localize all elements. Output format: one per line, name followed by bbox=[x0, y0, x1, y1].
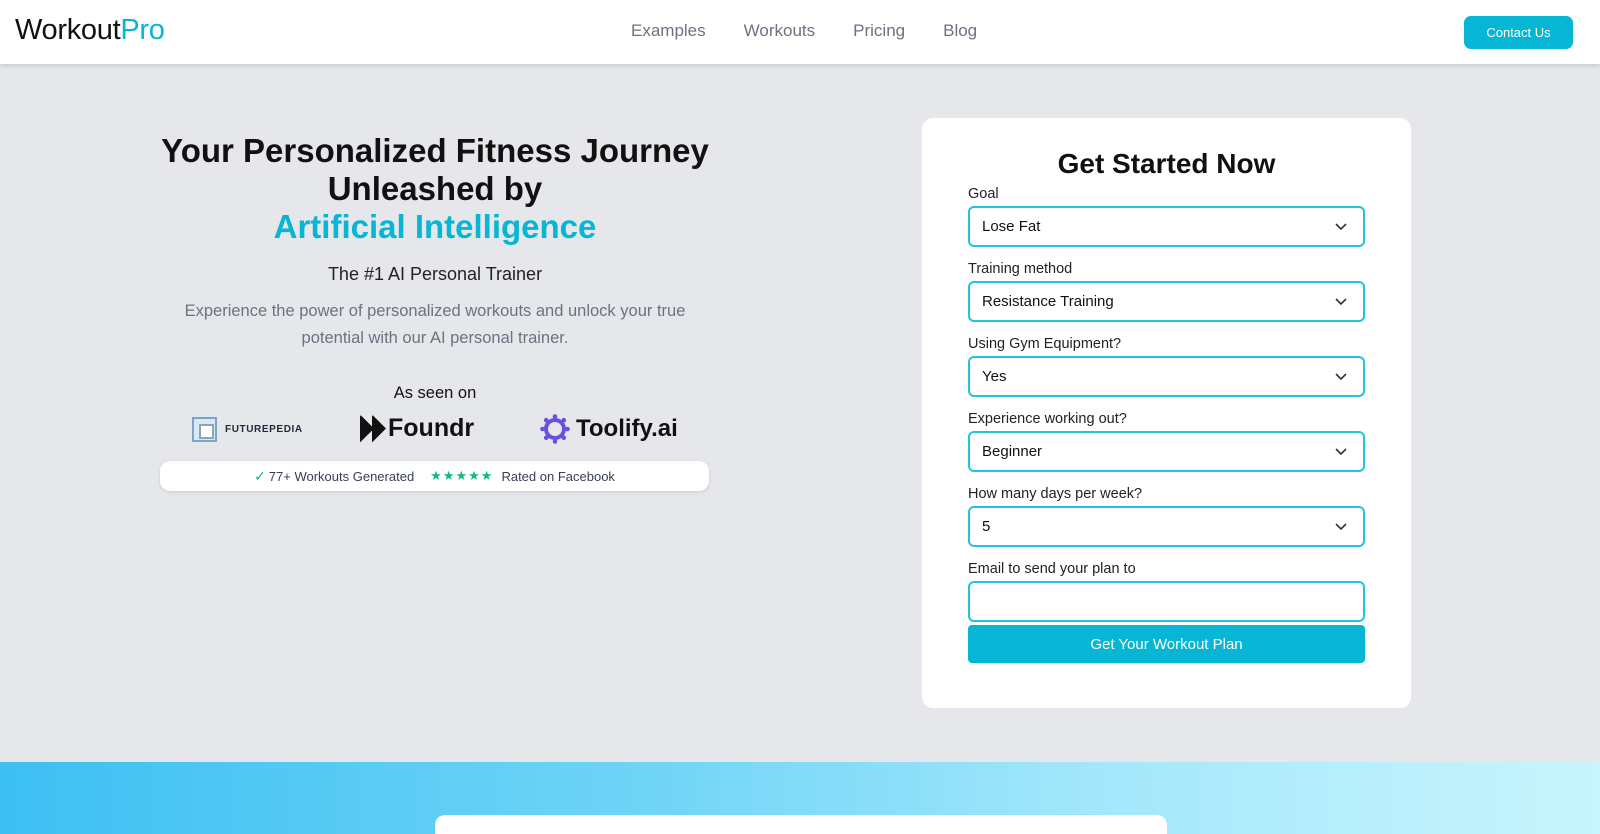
futurepedia-logo: FUTUREPEDIA bbox=[192, 417, 303, 442]
gym-equipment-select[interactable]: Yes bbox=[968, 356, 1365, 397]
goal-label: Goal bbox=[968, 186, 999, 202]
hero-title-line-1: Your Personalized Fitness Journey bbox=[161, 132, 709, 169]
experience-select-value: Beginner bbox=[982, 443, 1043, 460]
chevron-down-icon bbox=[1335, 523, 1347, 531]
foundr-logo-text: Foundr bbox=[388, 414, 475, 442]
hero-title: Your Personalized Fitness Journey Unleas… bbox=[140, 132, 730, 246]
gym-equipment-label: Using Gym Equipment? bbox=[968, 336, 1122, 352]
check-icon: ✓ bbox=[254, 467, 266, 484]
experience-select[interactable]: Beginner bbox=[968, 431, 1365, 472]
top-navbar: WorkoutPro Examples Workouts Pricing Blo… bbox=[0, 0, 1600, 64]
toolify-logo-text: Toolify.ai bbox=[576, 415, 678, 442]
main-nav: Examples Workouts Pricing Blog bbox=[631, 21, 1015, 41]
rating-bar: ✓ 77+ Workouts Generated ★★★★★ Rated on … bbox=[160, 461, 709, 491]
training-method-select[interactable]: Resistance Training bbox=[968, 281, 1365, 322]
gym-equipment-select-value: Yes bbox=[982, 368, 1007, 385]
bottom-content-card bbox=[435, 815, 1167, 834]
chevron-down-icon bbox=[1335, 373, 1347, 381]
nav-link-examples[interactable]: Examples bbox=[631, 21, 706, 41]
futurepedia-logo-text: FUTUREPEDIA bbox=[225, 424, 303, 435]
form-title: Get Started Now bbox=[1057, 148, 1276, 179]
hero-description: Experience the power of personalized wor… bbox=[184, 302, 686, 347]
hero-subtitle: The #1 AI Personal Trainer bbox=[327, 264, 543, 284]
experience-label: Experience working out? bbox=[968, 411, 1127, 427]
training-method-label: Training method bbox=[968, 261, 1073, 277]
foundr-icon bbox=[360, 414, 386, 443]
as-seen-on-label: As seen on bbox=[393, 384, 477, 402]
rated-on-facebook-text: Rated on Facebook bbox=[501, 468, 615, 484]
futurepedia-icon bbox=[192, 417, 217, 442]
days-per-week-label: How many days per week? bbox=[968, 486, 1143, 502]
chevron-down-icon bbox=[1335, 223, 1347, 231]
toolify-logo: Toolify.ai bbox=[540, 414, 678, 444]
logo-text-accent: Pro bbox=[120, 14, 165, 46]
nav-link-pricing[interactable]: Pricing bbox=[853, 21, 905, 41]
goal-select[interactable]: Lose Fat bbox=[968, 206, 1365, 247]
goal-select-value: Lose Fat bbox=[982, 218, 1041, 235]
hero-title-highlight: Artificial Intelligence bbox=[273, 208, 597, 245]
signup-form-card: Get Started Now Goal Lose Fat Training m… bbox=[922, 118, 1411, 708]
email-field[interactable] bbox=[968, 581, 1365, 622]
workouts-generated-text: 77+ Workouts Generated bbox=[268, 468, 415, 484]
star-rating-icon: ★★★★★ bbox=[430, 468, 494, 483]
hero-title-line-2: Unleashed by bbox=[327, 170, 543, 207]
chevron-down-icon bbox=[1335, 448, 1347, 456]
nav-link-blog[interactable]: Blog bbox=[943, 21, 977, 41]
chevron-down-icon bbox=[1335, 298, 1347, 306]
days-per-week-select-value: 5 bbox=[982, 518, 991, 535]
logo-text-main: Workout bbox=[15, 14, 121, 46]
contact-us-button[interactable]: Contact Us bbox=[1464, 16, 1573, 49]
days-per-week-select[interactable]: 5 bbox=[968, 506, 1365, 547]
nav-link-workouts[interactable]: Workouts bbox=[744, 21, 816, 41]
foundr-logo: Foundr bbox=[360, 414, 474, 443]
training-method-select-value: Resistance Training bbox=[982, 293, 1114, 310]
site-logo[interactable]: WorkoutPro bbox=[15, 14, 165, 47]
get-workout-plan-button[interactable]: Get Your Workout Plan bbox=[968, 625, 1365, 663]
toolify-icon bbox=[540, 414, 570, 444]
email-label: Email to send your plan to bbox=[968, 561, 1136, 577]
